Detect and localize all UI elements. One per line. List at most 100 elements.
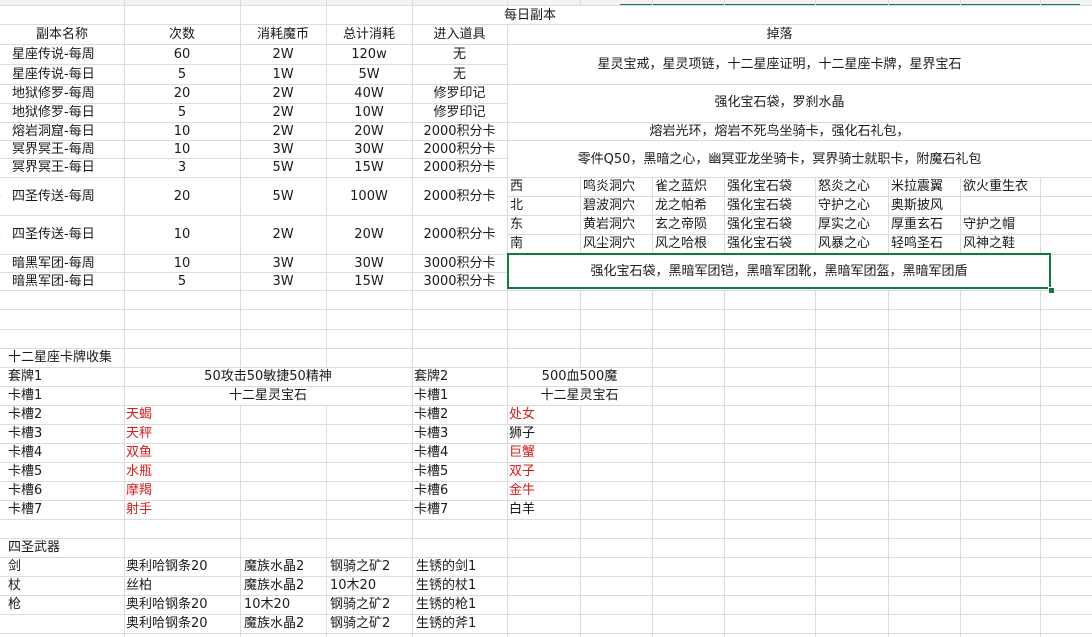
weapon-material[interactable]: 丝柏	[126, 577, 240, 595]
weapon-type[interactable]: 剑	[8, 558, 108, 576]
zodiac-slot-value[interactable]: 金牛	[509, 482, 579, 500]
weapon-material[interactable]: 钢骑之矿2	[330, 558, 412, 576]
weapon-material[interactable]: 奥利哈钢条20	[126, 596, 240, 614]
zodiac-slot-label[interactable]: 卡槽3	[414, 425, 504, 443]
zodiac-slot-label[interactable]: 卡槽6	[414, 482, 504, 500]
header-cell[interactable]: 副本名称	[0, 26, 124, 44]
four-saints-drop[interactable]: 黄岩洞穴	[583, 216, 655, 234]
zodiac-slot-label[interactable]: 卡槽2	[414, 406, 504, 424]
dungeon-total[interactable]: 20W	[326, 226, 412, 244]
dungeon-count[interactable]: 10	[124, 141, 240, 159]
dungeon-entry-item[interactable]: 2000积分卡	[412, 141, 507, 159]
zodiac-slot-value[interactable]: 巨蟹	[509, 444, 579, 462]
weapon-material[interactable]: 生锈的杖1	[416, 577, 508, 595]
header-cell[interactable]: 次数	[124, 26, 240, 44]
weapon-material[interactable]: 奥利哈钢条20	[126, 558, 240, 576]
dungeon-entry-item[interactable]: 2000积分卡	[412, 226, 507, 244]
four-saints-direction[interactable]: 东	[510, 216, 570, 234]
four-saints-drop[interactable]: 强化宝石袋	[727, 235, 818, 253]
zodiac-slot-label[interactable]: 卡槽4	[8, 444, 108, 462]
dungeon-count[interactable]: 10	[124, 255, 240, 273]
dungeon-coins[interactable]: 2W	[240, 85, 326, 103]
dungeon-total[interactable]: 5W	[326, 66, 412, 84]
zodiac-title[interactable]: 十二星座卡牌收集	[8, 349, 208, 367]
header-cell[interactable]: 总计消耗	[326, 26, 412, 44]
zodiac-slot-value[interactable]: 射手	[126, 501, 236, 519]
dungeon-count[interactable]: 5	[124, 104, 240, 122]
four-saints-drop[interactable]: 风尘洞穴	[583, 235, 655, 253]
dungeon-entry-item[interactable]: 3000积分卡	[412, 255, 507, 273]
four-saints-drop[interactable]: 怒炎之心	[818, 178, 891, 196]
dungeon-total[interactable]: 20W	[326, 123, 412, 141]
dungeon-entry-item[interactable]: 2000积分卡	[412, 159, 507, 177]
four-saints-drop[interactable]: 强化宝石袋	[727, 178, 818, 196]
four-saints-drop[interactable]: 欲火重生衣	[963, 178, 1043, 196]
weapon-material[interactable]: 魔族水晶2	[244, 615, 326, 633]
four-saints-drop[interactable]: 奥斯披风	[891, 197, 963, 215]
spreadsheet-grid[interactable]: 每日副本 副本名称 次数 消耗魔币 总计消耗 进入道具 掉落 星座传说-每周 60 2W 120w 无…	[0, 0, 1092, 637]
dungeon-entry-item[interactable]: 2000积分卡	[412, 188, 507, 206]
weapon-material[interactable]: 生锈的枪1	[416, 596, 508, 614]
weapon-material[interactable]: 钢骑之矿2	[330, 596, 412, 614]
weapon-material[interactable]: 魔族水晶2	[244, 577, 326, 595]
weapon-material[interactable]: 10木20	[330, 577, 412, 595]
four-saints-drop[interactable]: 强化宝石袋	[727, 197, 818, 215]
dungeon-name[interactable]: 地狱修罗-每日	[12, 104, 124, 122]
zodiac-slot-value[interactable]: 双子	[509, 463, 579, 481]
zodiac-slot-value[interactable]: 水瓶	[126, 463, 236, 481]
drop-dark-legion-text[interactable]: 强化宝石袋，黑暗军团铠，黑暗军团靴，黑暗军团盔，黑暗军团盾	[509, 263, 1049, 281]
weapon-material[interactable]: 魔族水晶2	[244, 558, 326, 576]
weapon-type[interactable]: 杖	[8, 577, 108, 595]
four-saints-drop[interactable]: 强化宝石袋	[727, 216, 818, 234]
zodiac-slot-value[interactable]: 摩羯	[126, 482, 236, 500]
zodiac-slot-label[interactable]: 卡槽5	[8, 463, 108, 481]
zodiac-set2-label[interactable]: 套牌2	[414, 368, 504, 386]
dungeon-count[interactable]: 5	[124, 66, 240, 84]
four-saints-drop[interactable]: 守护之心	[818, 197, 891, 215]
dungeon-total[interactable]: 15W	[326, 273, 412, 291]
zodiac-slot-label[interactable]: 卡槽7	[8, 501, 108, 519]
zodiac-slot-label[interactable]: 卡槽1	[8, 387, 108, 405]
zodiac-slot-value[interactable]: 十二星灵宝石	[124, 387, 412, 405]
dungeon-coins[interactable]: 3W	[240, 255, 326, 273]
four-saints-drop[interactable]: 玄之帝陨	[655, 216, 727, 234]
weapon-material[interactable]: 钢骑之矿2	[330, 615, 412, 633]
dungeon-name[interactable]: 星座传说-每日	[12, 66, 124, 84]
four-saints-drop[interactable]: 厚实之心	[818, 216, 891, 234]
dungeon-count[interactable]: 3	[124, 159, 240, 177]
dungeon-name[interactable]: 四圣传送-每周	[12, 188, 124, 206]
four-saints-direction[interactable]: 西	[510, 178, 570, 196]
dungeon-count[interactable]: 10	[124, 226, 240, 244]
dungeon-count[interactable]: 20	[124, 188, 240, 206]
sheet-title[interactable]: 每日副本	[412, 7, 648, 25]
weapon-material[interactable]: 生锈的剑1	[416, 558, 508, 576]
header-cell[interactable]: 消耗魔币	[240, 26, 326, 44]
four-saints-drop[interactable]: 风暴之心	[818, 235, 891, 253]
zodiac-slot-value[interactable]: 白羊	[509, 501, 579, 519]
header-cell[interactable]: 进入道具	[412, 26, 507, 44]
dungeon-total[interactable]: 30W	[326, 141, 412, 159]
dungeon-name[interactable]: 星座传说-每周	[12, 46, 124, 64]
zodiac-slot-label[interactable]: 卡槽2	[8, 406, 108, 424]
zodiac-set1-label[interactable]: 套牌1	[8, 368, 108, 386]
dungeon-coins[interactable]: 2W	[240, 104, 326, 122]
zodiac-slot-label[interactable]: 卡槽6	[8, 482, 108, 500]
dungeon-entry-item[interactable]: 无	[412, 66, 507, 84]
four-saints-drop[interactable]: 风之哈根	[655, 235, 727, 253]
zodiac-slot-value[interactable]: 天秤	[126, 425, 236, 443]
drop-lava-text[interactable]: 熔岩光环，熔岩不死鸟坐骑卡，强化石礼包，	[507, 123, 1052, 141]
dungeon-entry-item[interactable]: 2000积分卡	[412, 123, 507, 141]
four-saints-drop[interactable]: 龙之帕希	[655, 197, 727, 215]
weapon-material[interactable]: 奥利哈钢条20	[126, 615, 240, 633]
zodiac-set1-bonus[interactable]: 50攻击50敏捷50精神	[124, 368, 412, 386]
zodiac-slot-value[interactable]: 处女	[509, 406, 579, 424]
dungeon-coins[interactable]: 5W	[240, 188, 326, 206]
dungeon-name[interactable]: 冥界冥王-每日	[12, 159, 124, 177]
four-saints-drop[interactable]: 碧波洞穴	[583, 197, 655, 215]
dungeon-name[interactable]: 地狱修罗-每周	[12, 85, 124, 103]
zodiac-slot-label[interactable]: 卡槽4	[414, 444, 504, 462]
dungeon-name[interactable]: 暗黑军团-每日	[12, 273, 124, 291]
dungeon-count[interactable]: 60	[124, 46, 240, 64]
dungeon-count[interactable]: 20	[124, 85, 240, 103]
dungeon-total[interactable]: 100W	[326, 188, 412, 206]
